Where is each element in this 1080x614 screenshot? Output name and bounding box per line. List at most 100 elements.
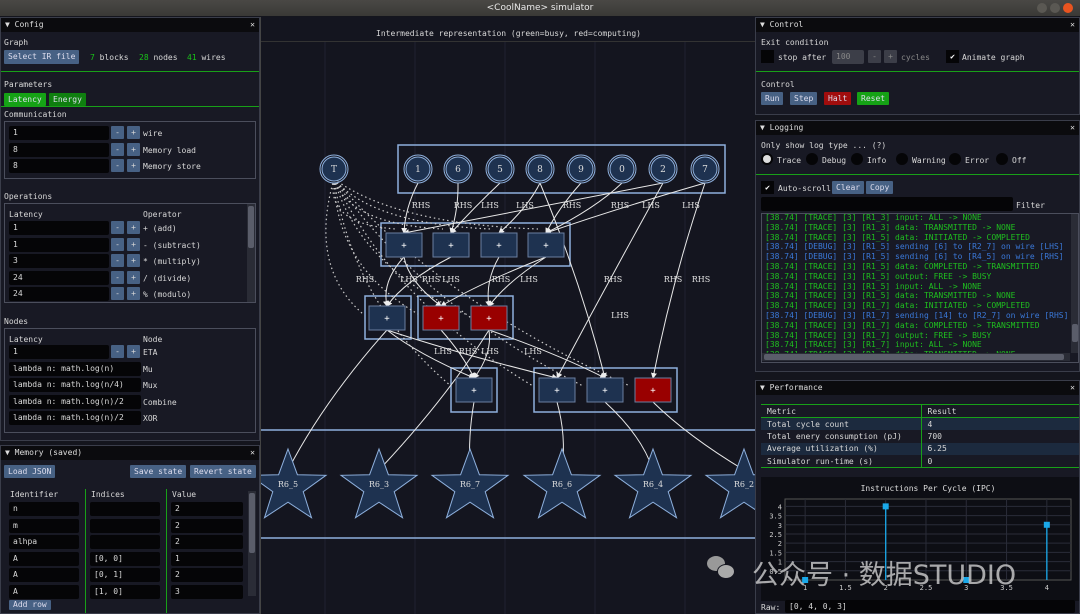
close-icon[interactable]: ✕ <box>1070 18 1075 32</box>
log-hscrollbar[interactable] <box>762 353 1070 361</box>
select-ir-file-button[interactable]: Select IR file <box>4 50 80 64</box>
add-row-button[interactable]: Add row <box>9 600 51 610</box>
log-type-label: Trace <box>777 156 802 165</box>
latency-input[interactable]: 1 <box>9 126 109 140</box>
decrement-button[interactable]: - <box>111 237 124 251</box>
latency-input[interactable]: 1 <box>9 237 109 252</box>
decrement-button[interactable]: - <box>111 159 124 172</box>
decrement-button[interactable]: - <box>111 142 124 156</box>
close-window-button[interactable] <box>1063 3 1073 13</box>
latency-expression-input[interactable]: lambda n: math.log(n) <box>9 361 141 376</box>
close-icon[interactable]: ✕ <box>1070 381 1075 395</box>
graph-canvas[interactable]: RHS RHS LHS LHS RHS RHS LHS LHSRHS LHS RHS LHS RHS L… <box>261 17 756 614</box>
memory-cell[interactable] <box>90 535 160 549</box>
log-vscrollbar[interactable] <box>1071 214 1078 353</box>
latency-input[interactable]: 8 <box>9 142 109 157</box>
increment-button[interactable]: + <box>127 126 140 139</box>
increment-button[interactable]: + <box>127 142 140 156</box>
latency-input[interactable]: 3 <box>9 254 109 268</box>
cycles-increment-button[interactable]: + <box>884 50 897 63</box>
clear-button[interactable]: Clear <box>832 181 865 194</box>
decrement-button[interactable]: - <box>111 270 124 284</box>
log-output[interactable]: [38.74] [TRACE] [3] [R1_3] input: ALL ->… <box>761 213 1079 363</box>
minimize-button[interactable] <box>1037 3 1047 13</box>
latency-input[interactable]: 24 <box>9 287 109 301</box>
memory-cell[interactable]: alhpa <box>9 535 79 549</box>
memory-cell[interactable]: [1, 0] <box>90 584 160 599</box>
halt-button[interactable]: Halt <box>824 92 852 105</box>
memory-cell[interactable]: 2 <box>171 568 243 582</box>
memory-cell[interactable]: n <box>9 502 79 516</box>
memory-cell[interactable]: A <box>9 568 79 582</box>
decrement-button[interactable]: - <box>111 254 124 267</box>
latency-input[interactable]: 1 <box>9 345 109 359</box>
decrement-button[interactable]: - <box>111 287 124 300</box>
tab-latency[interactable]: Latency <box>4 93 46 106</box>
edge-label: LHS <box>516 201 534 210</box>
maximize-button[interactable] <box>1050 3 1060 13</box>
memory-cell[interactable]: A <box>9 584 79 599</box>
cycles-decrement-button[interactable]: - <box>868 50 881 63</box>
latency-input[interactable]: 8 <box>9 159 109 173</box>
memory-cell[interactable]: [0, 1] <box>90 568 160 582</box>
log-type-radio-trace[interactable] <box>761 153 773 165</box>
memory-header[interactable]: ▼ Memory (saved) ✕ <box>1 446 259 460</box>
logging-header[interactable]: ▼ Logging ✕ <box>756 121 1079 135</box>
save-state-button[interactable]: Save state <box>130 465 187 478</box>
increment-button[interactable]: + <box>127 287 140 300</box>
close-icon[interactable]: ✕ <box>250 446 255 460</box>
decrement-button[interactable]: - <box>111 345 124 358</box>
filter-input[interactable] <box>761 197 1013 211</box>
log-type-radio-debug[interactable] <box>806 153 818 165</box>
increment-button[interactable]: + <box>127 254 140 267</box>
cycles-label: cycles <box>901 53 930 62</box>
increment-button[interactable]: + <box>127 237 140 251</box>
memory-cell[interactable]: 3 <box>171 584 243 599</box>
graph-panel[interactable]: Intermediate representation (green=busy,… <box>260 17 756 614</box>
latency-input[interactable]: 24 <box>9 270 109 285</box>
memory-cell[interactable] <box>90 518 160 533</box>
control-header[interactable]: ▼ Control ✕ <box>756 18 1079 32</box>
latency-input[interactable]: 1 <box>9 221 109 235</box>
input-node-label: 2 <box>660 165 666 175</box>
copy-button[interactable]: Copy <box>866 181 894 194</box>
decrement-button[interactable]: - <box>111 126 124 139</box>
performance-header[interactable]: ▼ Performance ✕ <box>756 381 1079 395</box>
log-type-radio-info[interactable] <box>851 153 863 165</box>
increment-button[interactable]: + <box>127 159 140 172</box>
close-icon[interactable]: ✕ <box>250 18 255 32</box>
stop-after-checkbox[interactable] <box>761 50 774 63</box>
memory-cell[interactable]: 1 <box>171 551 243 566</box>
log-type-radio-off[interactable] <box>996 153 1008 165</box>
latency-expression-input[interactable]: lambda n: math.log(n)/2 <box>9 411 141 425</box>
memory-cell[interactable]: m <box>9 518 79 533</box>
reset-button[interactable]: Reset <box>857 92 890 105</box>
run-button[interactable]: Run <box>761 92 784 105</box>
memory-cell[interactable]: 2 <box>171 535 243 549</box>
cycles-input[interactable]: 100 <box>832 50 864 64</box>
increment-button[interactable]: + <box>127 270 140 284</box>
ops-scrollbar[interactable] <box>247 204 255 302</box>
memory-cell[interactable]: 2 <box>171 502 243 516</box>
step-button[interactable]: Step <box>790 92 818 105</box>
config-header[interactable]: ▼ Config ✕ <box>1 18 259 32</box>
load-json-button[interactable]: Load JSON <box>4 465 56 478</box>
log-line: [38.74] [TRACE] [3] [R1_3] data: TRANSMI… <box>765 222 1016 232</box>
log-type-radio-warning[interactable] <box>896 153 908 165</box>
memory-cell[interactable] <box>90 502 160 516</box>
close-icon[interactable]: ✕ <box>1070 121 1075 135</box>
latency-expression-input[interactable]: lambda n: math.log(n/4) <box>9 378 141 392</box>
animate-graph-checkbox[interactable]: ✔ <box>946 50 959 63</box>
tab-energy[interactable]: Energy <box>49 93 86 106</box>
increment-button[interactable]: + <box>127 345 140 358</box>
memory-cell[interactable]: 2 <box>171 518 243 533</box>
log-type-radio-error[interactable] <box>949 153 961 165</box>
memory-cell[interactable]: [0, 0] <box>90 551 160 566</box>
latency-expression-input[interactable]: lambda n: math.log(n)/2 <box>9 394 141 409</box>
auto-scroll-checkbox[interactable]: ✔ <box>761 181 774 194</box>
increment-button[interactable]: + <box>127 221 140 234</box>
memory-scrollbar[interactable] <box>248 491 256 596</box>
revert-state-button[interactable]: Revert state <box>190 465 256 478</box>
decrement-button[interactable]: - <box>111 221 124 234</box>
memory-cell[interactable]: A <box>9 551 79 566</box>
